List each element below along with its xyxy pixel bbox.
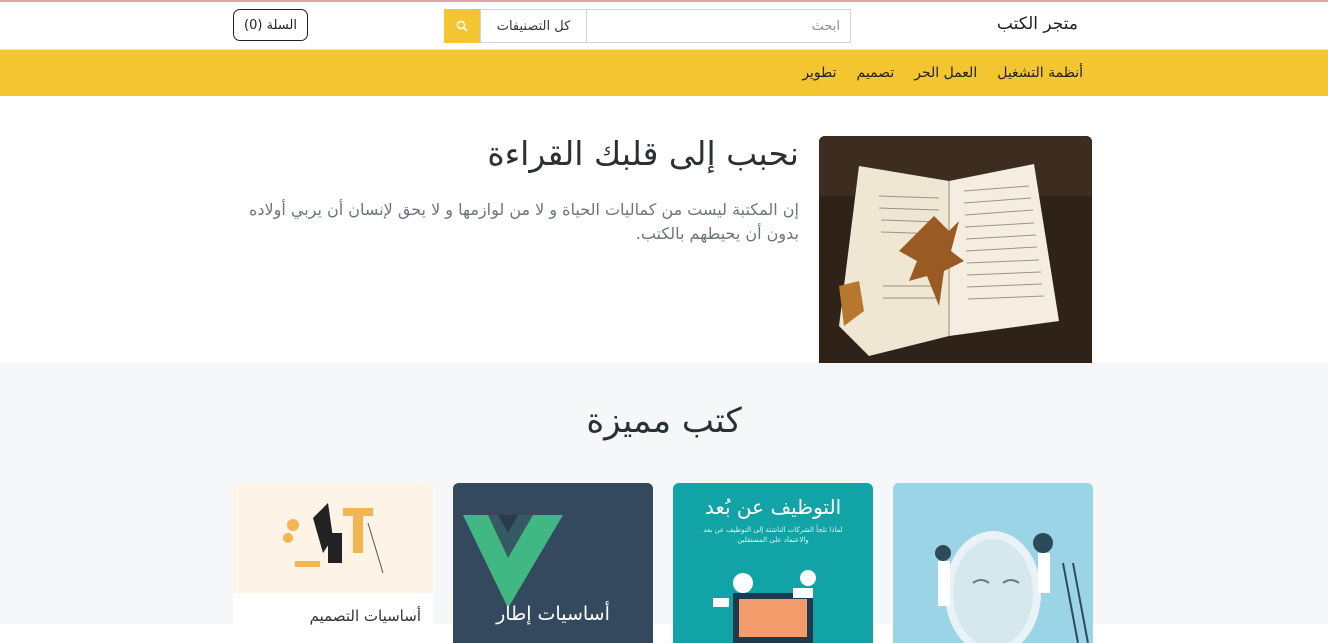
book-cover-title: أساسيات إطار <box>496 603 610 625</box>
hero-text: إن المكتبة ليست من كماليات الحياة و لا م… <box>248 200 799 243</box>
book-card[interactable]: التوظيف عن بُعد لماذا تلجأ الشركات الناش… <box>673 483 873 643</box>
nav-item-development[interactable]: تطوير <box>802 65 836 81</box>
nav-item-freelance[interactable]: العمل الحر <box>914 65 977 81</box>
search-icon <box>456 20 468 32</box>
book-cover-subtitle: لماذا تلجأ الشركات الناشئة إلى التوظيف ع… <box>703 526 843 544</box>
hero-book-image <box>819 136 1092 364</box>
book-cover-design <box>233 483 433 593</box>
book-cover-title: التوظيف عن بُعد <box>704 495 842 519</box>
featured-books-section: كتب مميزة التوظيف عن بُعد لماذا تلجأ الش… <box>0 363 1328 643</box>
header: متجر الكتب كل التصنيفات السلة (0) <box>0 2 1328 50</box>
category-navbar: تطوير تصميم العمل الحر أنظمة التشغيل <box>0 50 1328 96</box>
nav-item-design[interactable]: تصميم <box>857 65 895 81</box>
brand-logo[interactable]: متجر الكتب <box>997 14 1078 34</box>
search-bar: كل التصنيفات <box>444 9 851 43</box>
book-cover-ai <box>893 483 1093 643</box>
hero-title: نحبب إلى قلبك القراءة <box>487 134 799 173</box>
cart-button[interactable]: السلة (0) <box>233 9 308 41</box>
featured-title: كتب مميزة <box>586 401 742 441</box>
book-card[interactable]: أساسيات إطار <box>453 483 653 643</box>
category-select[interactable]: كل التصنيفات <box>480 9 586 43</box>
nav-item-operating-systems[interactable]: أنظمة التشغيل <box>997 65 1083 81</box>
search-input[interactable] <box>586 9 851 43</box>
book-title[interactable]: أساسيات التصميم <box>310 607 421 625</box>
book-card[interactable]: أساسيات التصميم <box>233 483 433 643</box>
search-button[interactable] <box>444 9 480 43</box>
book-card[interactable] <box>893 483 1093 643</box>
